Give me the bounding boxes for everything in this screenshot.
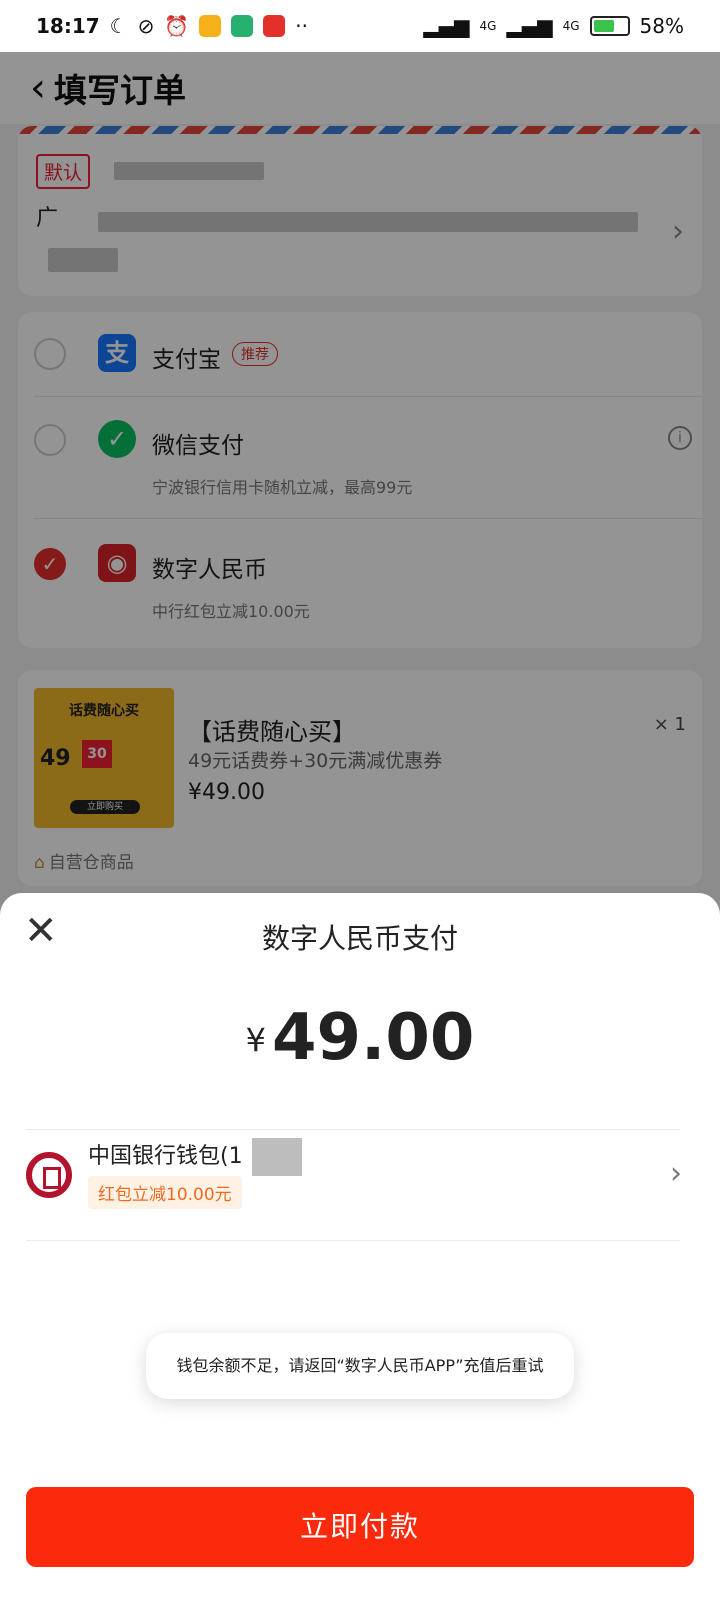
- notification-app-icon: [231, 15, 254, 37]
- status-icons: ☾ ⊘ ⏰ ··: [110, 14, 308, 38]
- signal-icon: ▂▄▆: [423, 14, 470, 38]
- bank-of-china-icon: [26, 1152, 72, 1198]
- redacted-wallet-number: [252, 1138, 302, 1176]
- wallet-selector[interactable]: 中国银行钱包(1 红包立减10.00元 ›: [0, 1130, 720, 1230]
- moon-icon: ☾: [109, 14, 128, 38]
- chevron-right-icon: ›: [670, 1156, 682, 1191]
- wallet-promo-tag: 红包立减10.00元: [88, 1176, 242, 1209]
- network-label: 4G: [562, 19, 580, 33]
- wallet-name: 中国银行钱包(1: [88, 1144, 243, 1169]
- currency-symbol: ¥: [245, 1021, 266, 1059]
- status-right: ▂▄▆ 4G ▂▄▆ 4G 58%: [423, 14, 684, 38]
- amount-value: 49.00: [271, 1001, 475, 1075]
- pay-now-button[interactable]: 立即付款: [26, 1487, 694, 1567]
- network-label: 4G: [479, 19, 497, 33]
- payment-amount: ¥49.00: [0, 1001, 720, 1075]
- more-notifications-icon: ··: [295, 14, 308, 38]
- status-time: 18:17: [36, 14, 100, 38]
- alarm-icon: ⏰: [164, 14, 190, 38]
- sheet-title: 数字人民币支付: [261, 922, 458, 955]
- payment-sheet: ✕ 数字人民币支付 ¥49.00 中国银行钱包(1 红包立减10.00元 › 钱…: [0, 893, 720, 1601]
- divider: [26, 1240, 680, 1241]
- notification-app-icon: [263, 15, 286, 37]
- error-toast: 钱包余额不足，请返回“数字人民币APP”充值后重试: [146, 1333, 574, 1399]
- silent-icon: ⊘: [137, 14, 155, 38]
- battery-percent: 58%: [639, 14, 684, 38]
- status-bar: 18:17 ☾ ⊘ ⏰ ·· ▂▄▆ 4G ▂▄▆ 4G 58%: [0, 0, 720, 52]
- notification-app-icon: [199, 15, 222, 37]
- battery-icon: [589, 16, 630, 36]
- signal-icon: ▂▄▆: [506, 14, 553, 38]
